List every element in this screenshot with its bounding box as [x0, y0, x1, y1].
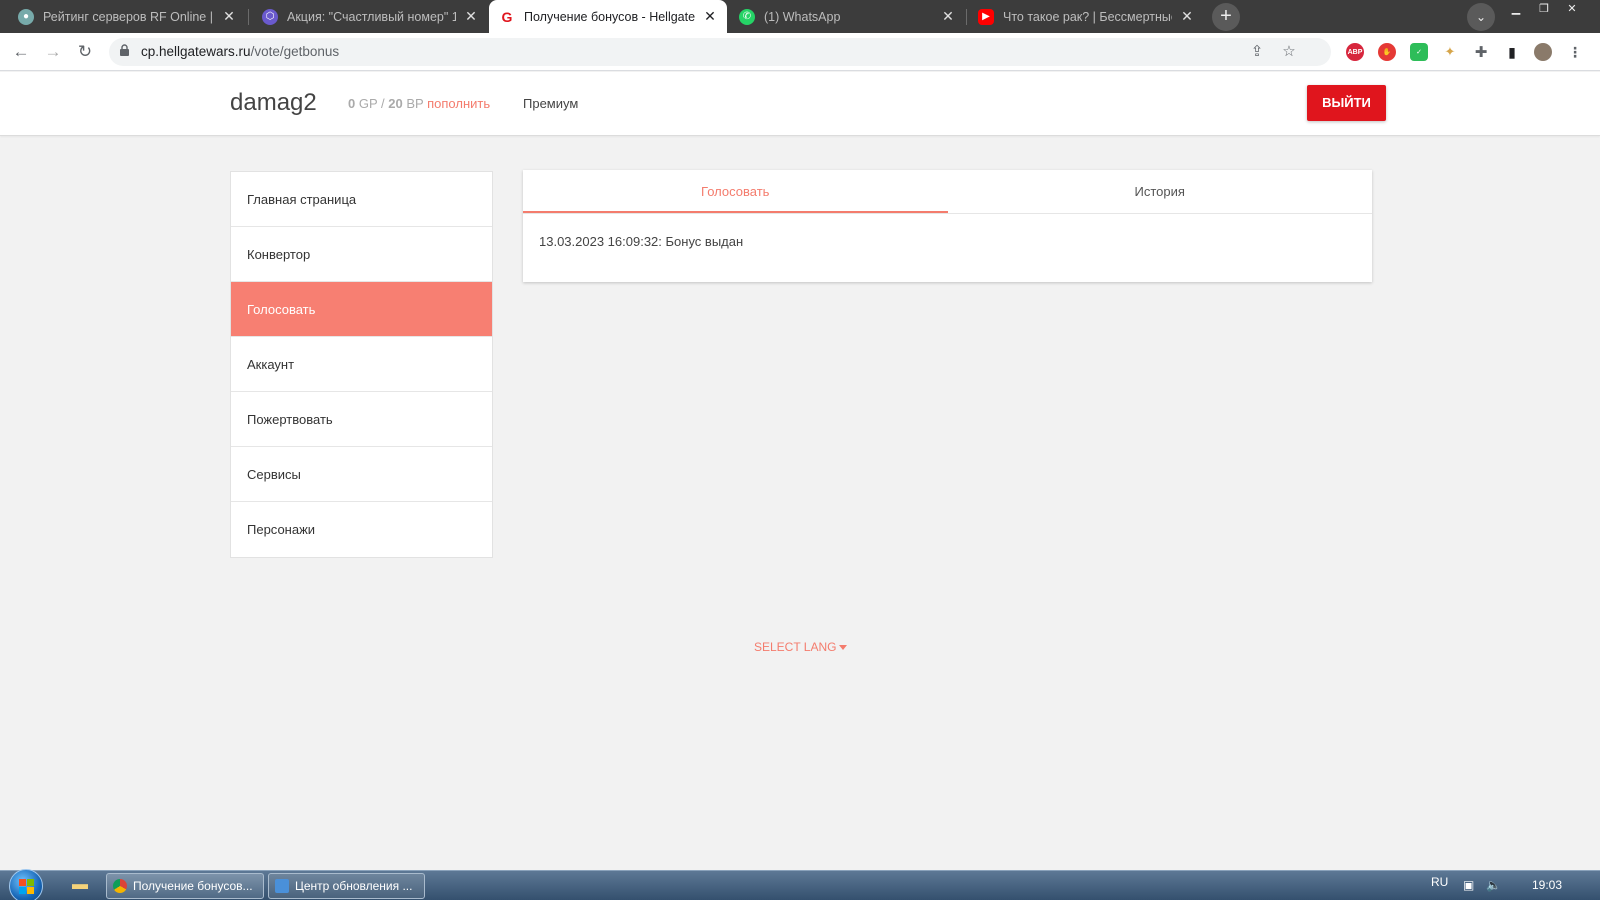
menu-dots-icon[interactable]: ⋮ [1566, 43, 1584, 61]
tab-title: Рейтинг серверов RF Online | M [43, 9, 214, 24]
windows-taskbar: ▬ Получение бонусов... Центр обновления … [0, 869, 1600, 900]
start-button[interactable] [9, 869, 43, 900]
puzzle-icon[interactable]: ✚ [1472, 43, 1490, 61]
gp-value: 0 [348, 96, 356, 111]
sidebar-item-converter[interactable]: Конвертор [231, 227, 492, 282]
folder-icon[interactable]: ▬ [68, 876, 92, 896]
tab-vote[interactable]: Голосовать [523, 170, 948, 213]
topup-link[interactable]: пополнить [427, 96, 490, 111]
tab-separator [248, 9, 249, 25]
taskbar-update-center[interactable]: Центр обновления ... [268, 873, 425, 899]
game-icon: ● [18, 8, 34, 25]
site-header: damag2 0 GP / 20 BP пополнить Премиум ВЫ… [0, 72, 1600, 136]
sidebar-item-services[interactable]: Сервисы [231, 447, 492, 502]
tab-separator [966, 9, 967, 25]
browser-tab-strip: ● Рейтинг серверов RF Online | M ✕ ⬡ Акц… [0, 0, 1600, 33]
tab-title: (1) WhatsApp [764, 9, 841, 24]
clock[interactable]: 19:03 [1532, 878, 1562, 892]
close-icon[interactable]: ✕ [703, 8, 717, 25]
adblock-hand-icon[interactable]: ✋ [1378, 43, 1396, 61]
url-host: cp.hellgatewars.ru [141, 44, 251, 59]
bookmark-star-icon[interactable]: ☆ [1279, 42, 1299, 62]
caret-down-icon [839, 645, 848, 651]
tab-title: Акция: "Счастливый номер" 1 м [287, 9, 456, 24]
logout-button[interactable]: ВЫЙТИ [1307, 85, 1386, 121]
sidebar-item-donate[interactable]: Пожертвовать [231, 392, 492, 447]
extension-drop-icon[interactable]: ✦ [1441, 43, 1459, 61]
bonus-log-message: 13.03.2023 16:09:32: Бонус выдан [539, 234, 744, 249]
address-bar[interactable]: cp.hellgatewars.ru/vote/getbonus ⇪ ☆ [109, 38, 1331, 66]
sidebar-item-home[interactable]: Главная страница [231, 172, 492, 227]
balance-separator: / [381, 96, 385, 111]
gp-unit: GP [358, 96, 378, 111]
side-panel-icon[interactable]: ▮ [1503, 43, 1521, 61]
balance: 0 GP / 20 BP пополнить [348, 96, 490, 111]
lock-icon [120, 44, 129, 56]
select-lang-dropdown[interactable]: SELECT LANG [754, 640, 848, 654]
bp-value: 20 [388, 96, 403, 111]
update-center-icon [275, 879, 289, 893]
taskbar-task-label: Получение бонусов... [133, 879, 253, 893]
url-text[interactable]: cp.hellgatewars.ru/vote/getbonus [141, 44, 339, 59]
taskbar-chrome[interactable]: Получение бонусов... [106, 873, 264, 899]
forward-icon[interactable]: → [40, 39, 66, 65]
reload-icon[interactable]: ↻ [72, 39, 98, 65]
username[interactable]: damag2 [230, 89, 317, 117]
sidebar-item-characters[interactable]: Персонажи [231, 502, 492, 557]
browser-toolbar: ← → ↻ cp.hellgatewars.ru/vote/getbonus ⇪… [0, 33, 1600, 71]
select-lang-label: SELECT LANG [754, 640, 837, 654]
new-tab-button[interactable]: + [1212, 3, 1240, 31]
close-icon[interactable]: ✕ [941, 8, 955, 25]
youtube-icon: ▶ [978, 8, 994, 25]
windows-logo-icon [19, 879, 34, 894]
browser-tab[interactable]: ● Рейтинг серверов RF Online | M ✕ [8, 0, 246, 33]
chrome-icon [113, 879, 127, 893]
browser-tab[interactable]: ▶ Что такое рак? | Бессмертные к ✕ [968, 0, 1204, 33]
avatar[interactable] [1534, 43, 1552, 61]
tab-history[interactable]: История [948, 170, 1373, 213]
browser-tab[interactable]: ⬡ Акция: "Счастливый номер" 1 м ✕ [252, 0, 488, 33]
close-icon[interactable]: ✕ [1180, 8, 1194, 25]
bp-unit: BP [406, 96, 424, 111]
browser-tab-active[interactable]: G Получение бонусов - Hellgate W ✕ [489, 0, 727, 33]
close-icon[interactable]: ✕ [464, 8, 478, 25]
panel-tabs: Голосовать История [523, 170, 1372, 214]
close-icon[interactable]: ✕ [222, 8, 236, 25]
premium-link[interactable]: Премиум [523, 96, 578, 111]
whatsapp-icon: ✆ [739, 8, 755, 25]
shield-icon[interactable]: ✓ [1410, 43, 1428, 61]
taskbar-task-label: Центр обновления ... [295, 879, 413, 893]
hellgate-icon: G [501, 8, 513, 25]
tab-title: Получение бонусов - Hellgate W [524, 9, 695, 24]
minimize-icon[interactable]: ▁ [1502, 0, 1530, 18]
sidebar-item-account[interactable]: Аккаунт [231, 337, 492, 392]
network-icon[interactable]: ▣ [1463, 878, 1474, 892]
share-icon[interactable]: ⇪ [1247, 42, 1267, 62]
sidebar-menu: Главная страница Конвертор Голосовать Ак… [230, 171, 493, 558]
adblock-plus-icon[interactable]: ABP [1346, 43, 1364, 61]
back-icon[interactable]: ← [8, 39, 34, 65]
adblock-label: ABP [1347, 48, 1363, 56]
browser-tab[interactable]: ✆ (1) WhatsApp ✕ [729, 0, 965, 33]
volume-icon[interactable]: 🔈 [1486, 878, 1501, 892]
close-window-icon[interactable]: ✕ [1558, 0, 1586, 18]
hexagon-icon: ⬡ [262, 8, 278, 25]
sidebar-item-vote[interactable]: Голосовать [231, 282, 492, 337]
language-indicator[interactable]: RU [1431, 875, 1448, 889]
tab-search-button[interactable]: ⌄ [1467, 3, 1495, 31]
url-path: /vote/getbonus [250, 44, 340, 59]
vote-panel: Голосовать История 13.03.2023 16:09:32: … [523, 170, 1372, 282]
tab-title: Что такое рак? | Бессмертные к [1003, 9, 1172, 24]
restore-icon[interactable]: ❐ [1530, 0, 1558, 18]
